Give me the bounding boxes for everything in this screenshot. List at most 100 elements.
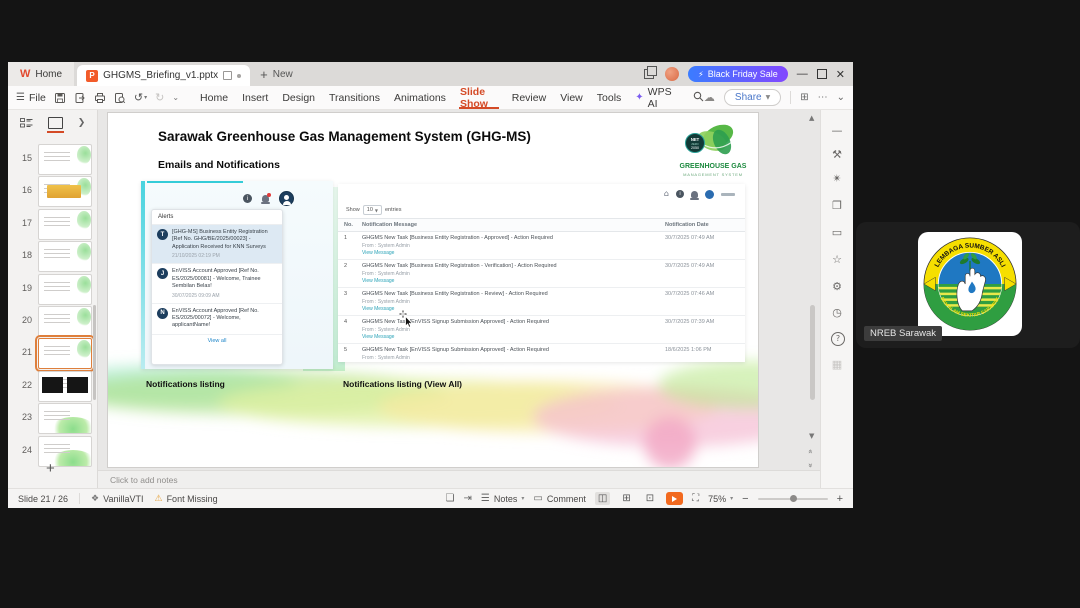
menu-view[interactable]: View [553,86,590,109]
zoom-out-button[interactable]: − [742,493,748,505]
print-preview-icon[interactable] [114,92,126,104]
thumbnail-preview[interactable] [38,241,92,273]
thumbnail-scrollbar[interactable] [93,305,96,400]
font-missing-warning[interactable]: ⚠ Font Missing [154,494,217,504]
star-icon[interactable]: ☆ [821,253,853,267]
slide-thumbnail-20[interactable]: 20 [8,306,97,337]
customize-toolbar-icon[interactable]: ⌄ [172,93,179,102]
slide-thumbnail-18[interactable]: 18 [8,241,97,273]
document-tab[interactable]: P GHGMS_Briefing_v1.pptx [77,65,251,86]
menu-insert[interactable]: Insert [235,86,275,109]
menu-slide-show[interactable]: Slide Show [453,86,505,110]
menu-tools[interactable]: Tools [590,86,629,109]
theme-icon: ❖ [91,493,100,504]
scrollbar-thumb[interactable] [810,305,815,400]
minimize-button[interactable]: — [797,68,808,80]
wps-ai-menu[interactable]: ✦ WPS AI [628,86,689,110]
slide-thumbnail-23[interactable]: 23 [8,403,97,435]
slide-thumbnail-22[interactable]: 22 [8,370,97,402]
cascade-windows-icon[interactable] [644,66,658,79]
ai-beautify-icon[interactable]: ✴ [821,172,853,186]
slide-thumbnail-16[interactable]: 16 [8,176,97,208]
slide-thumbnail-15[interactable]: 15 [8,144,97,175]
participant-video-tile[interactable]: LEMBAGA SUMBER ASLI DAN ALAM SEKITAR SAR… [856,222,1080,348]
zoom-slider-handle[interactable] [789,494,797,502]
notes-bar[interactable]: Click to add notes [98,470,820,488]
thumbnail-preview[interactable] [38,176,92,208]
handout-icon[interactable]: ⇥ [464,493,472,504]
print-icon[interactable] [94,92,106,104]
black-friday-sale-button[interactable]: ⚡ Black Friday Sale [688,66,788,82]
fullscreen-icon[interactable]: ⛶ [692,493,699,504]
home-tab[interactable]: W Home [8,62,75,86]
slide-thumbnail-19[interactable]: 19 [8,273,97,305]
presenter-notes-icon[interactable]: ❏ [446,493,455,504]
export-icon[interactable] [74,92,86,104]
shapes-icon[interactable]: ❐ [821,199,853,213]
slide-sorter-view-button[interactable]: ⊞ [619,492,633,505]
alert-item[interactable]: J EnVISS Account Approved [Ref No. ES/20… [152,264,282,304]
settings-icon[interactable]: ⚙ [821,280,853,294]
menu-review[interactable]: Review [505,86,553,109]
maximize-button[interactable] [816,69,827,79]
thumbnail-preview[interactable] [38,144,92,175]
outline-view-icon[interactable] [19,117,33,129]
slide-view-icon[interactable] [46,117,64,133]
redo-button[interactable]: ↻ [155,91,164,104]
view-message-link[interactable]: View Message [362,250,659,256]
thumbnail-preview[interactable] [35,335,95,373]
account-avatar[interactable] [665,67,680,81]
slideshow-play-button[interactable] [666,492,684,505]
alert-item[interactable]: T [GHG-MS] Business Entity Registration … [152,225,282,265]
notes-toggle[interactable]: ☰ Notes ▾ [481,493,525,504]
expand-panel-icon[interactable]: ❯ [78,118,86,128]
collapse-ribbon-icon[interactable]: ⌄ [837,92,845,103]
add-slide-button[interactable]: + [46,460,55,477]
history-icon[interactable]: ◷ [821,306,853,320]
alert-item[interactable]: N EnVISS Account Approved [Ref No. ES/20… [152,304,282,335]
view-message-link[interactable]: View Message [362,334,659,340]
theme-chip[interactable]: ❖ VanillaVTI [91,494,143,504]
new-tab-button[interactable]: + New [260,67,293,82]
menu-home[interactable]: Home [193,86,235,109]
zoom-in-button[interactable]: + [837,493,843,505]
apps-icon[interactable]: ▦ [821,358,853,372]
next-slide-icon[interactable]: » [806,463,815,468]
close-button[interactable]: ✕ [836,68,845,81]
menu-design[interactable]: Design [275,86,322,109]
comment-button[interactable]: ▭ Comment [533,493,585,504]
menu-animations[interactable]: Animations [387,86,453,109]
thumbnail-preview[interactable] [38,403,92,435]
scroll-down-icon[interactable]: ▼ [809,432,814,440]
slide-thumbnail-21[interactable]: 21 [8,335,97,373]
save-icon[interactable] [54,92,66,104]
task-pane-icon[interactable]: ⊞ [800,92,808,103]
undo-button[interactable]: ↺ ▾ [134,91,147,104]
share-button[interactable]: Share ▼ [723,89,782,106]
thumbnail-preview[interactable] [38,370,92,402]
thumbnail-preview[interactable] [38,208,92,240]
file-menu[interactable]: ☰ File [16,92,46,104]
wps-logo-icon: W [20,68,31,80]
alerts-header: Alerts [152,210,282,225]
collapse-icon[interactable]: — [821,124,853,138]
zoom-level[interactable]: 75% ▾ [708,494,733,504]
zoom-slider[interactable] [757,494,828,502]
thumbnail-preview[interactable] [38,306,92,337]
edit-tools-icon[interactable]: ⚒ [821,148,853,162]
scroll-up-icon[interactable]: ▲ [809,114,814,122]
previous-slide-icon[interactable]: « [806,449,815,454]
help-icon[interactable]: ? [831,332,845,346]
reading-view-button[interactable]: ⊡ [643,492,657,505]
comment-icon[interactable]: ▭ [821,226,853,240]
cloud-sync-icon[interactable]: ☁ [704,91,715,104]
view-message-link[interactable]: View Message [362,278,659,284]
thumbnail-preview[interactable] [38,273,92,305]
menu-transitions[interactable]: Transitions [322,86,387,109]
slide-21[interactable]: Sarawak Greenhouse Gas Management System… [108,113,758,467]
bell-icon [261,193,271,204]
normal-view-button[interactable]: ◫ [594,492,611,505]
slide-thumbnail-17[interactable]: 17 [8,208,97,240]
search-icon[interactable] [693,91,704,105]
more-options-icon[interactable]: ⋯ [818,92,828,103]
